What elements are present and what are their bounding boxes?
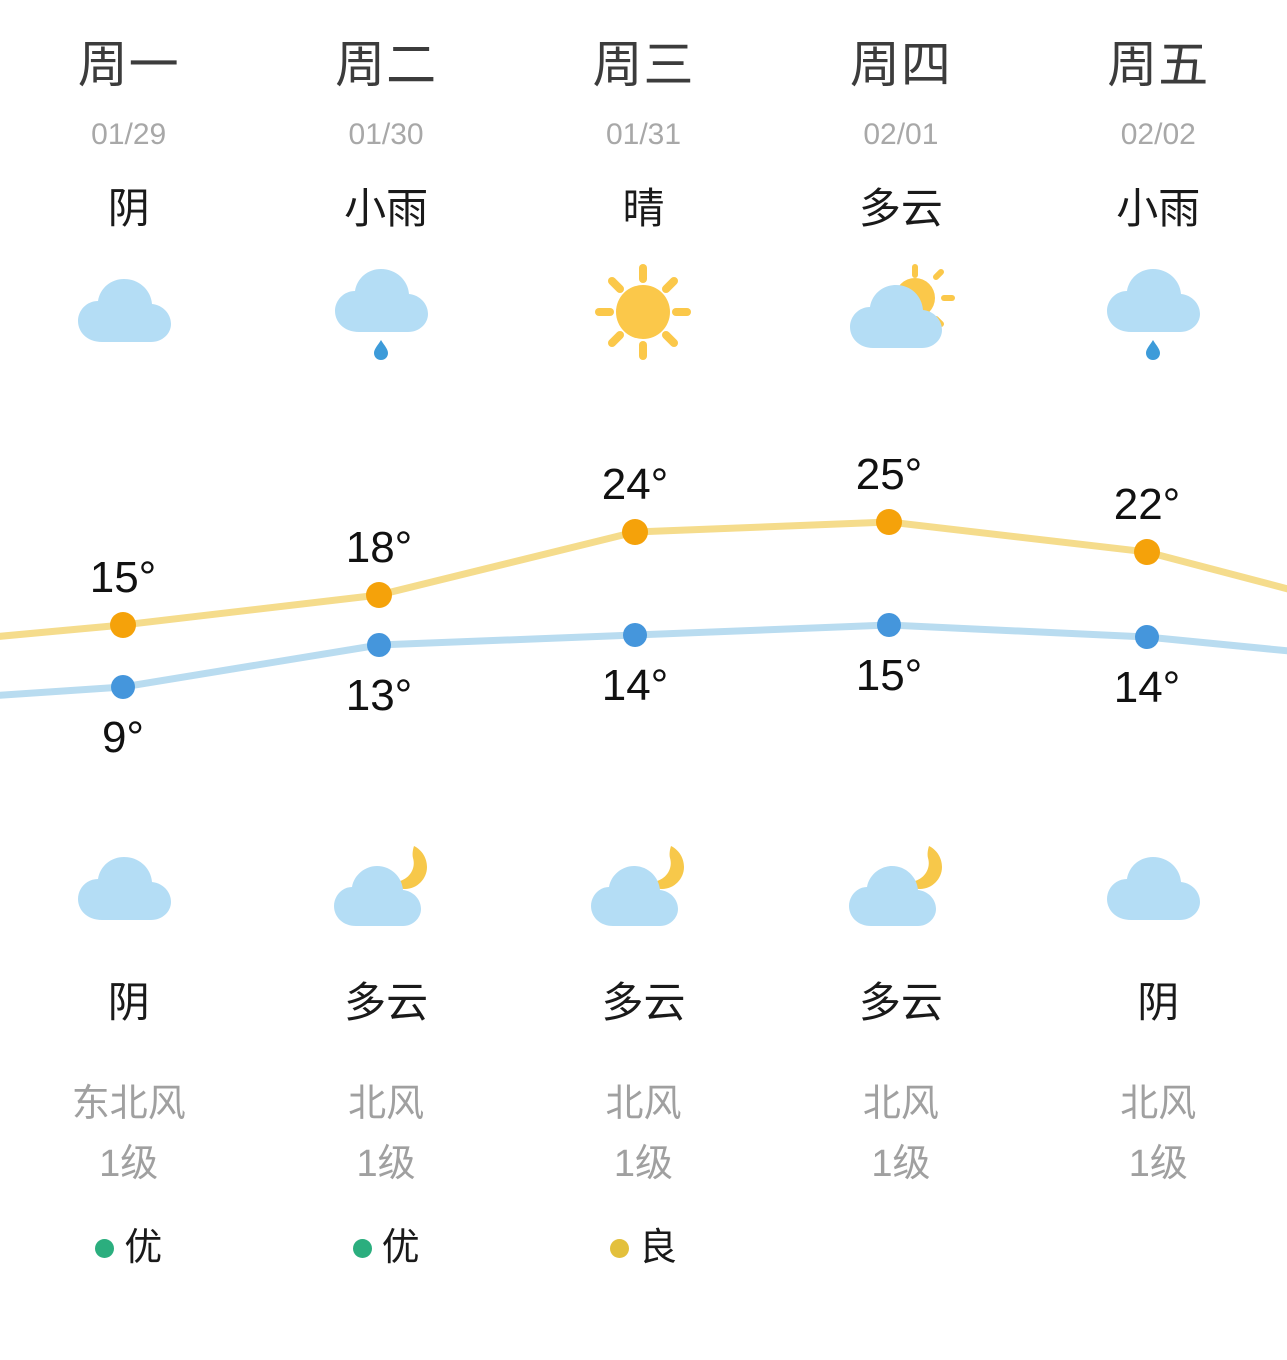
air-quality-label: 优 xyxy=(381,1227,420,1269)
nighttime-forecast-row: 阴 多云 多云 多云 阴 xyxy=(0,840,1287,1024)
wind-level-label: 1级 xyxy=(356,1143,416,1185)
cloud-moon-icon xyxy=(591,846,685,926)
low-temp-label: 13° xyxy=(346,671,413,720)
weekday-label: 周三 xyxy=(592,37,695,93)
wind-direction-label: 北风 xyxy=(605,1083,682,1125)
wind-direction-label: 北风 xyxy=(862,1083,939,1125)
forecast-column-day-3[interactable]: 周三 01/31 晴 xyxy=(515,0,772,365)
date-label: 02/01 xyxy=(863,118,939,151)
daytime-condition-label: 晴 xyxy=(622,185,665,232)
wind-direction-label: 北风 xyxy=(1120,1083,1197,1125)
high-temp-label: 15° xyxy=(90,553,157,602)
forecast-column-day-2[interactable]: 周二 01/30 小雨 xyxy=(257,0,514,365)
date-label: 01/29 xyxy=(91,118,167,151)
meta-column-day-3: 北风 1级 良 xyxy=(515,1085,772,1269)
daytime-condition-label: 小雨 xyxy=(344,185,429,232)
date-label: 01/30 xyxy=(348,118,424,151)
low-temp-point xyxy=(111,675,135,699)
high-temp-label: 24° xyxy=(602,460,669,509)
date-label: 02/02 xyxy=(1120,118,1196,151)
daily-forecast-header-row: 周一 01/29 阴 周二 01/30 小雨 周三 01/31 晴 周四 02/… xyxy=(0,0,1287,365)
forecast-column-day-5[interactable]: 周五 02/02 小雨 xyxy=(1030,0,1287,365)
air-quality-dot xyxy=(95,1238,115,1258)
temperature-chart-svg: 15° 18° 24° 25° 22° 9° 13° 14° 15° 14° xyxy=(0,450,1287,762)
cloud-moon-icon xyxy=(848,846,942,926)
high-temp-label: 18° xyxy=(346,523,413,572)
daytime-condition-label: 小雨 xyxy=(1116,185,1201,232)
low-temp-point xyxy=(877,613,901,637)
air-quality-badge[interactable]: 优 xyxy=(352,1227,420,1269)
cloud-rain-icon xyxy=(1107,269,1201,360)
air-quality-label: 良 xyxy=(638,1227,677,1269)
high-temp-point xyxy=(366,582,392,608)
wind-direction-label: 东北风 xyxy=(71,1083,186,1125)
high-temp-label: 22° xyxy=(1114,480,1181,529)
wind-level-label: 1级 xyxy=(99,1143,159,1185)
cloud-icon xyxy=(1107,857,1201,920)
meta-column-day-4: 北风 1级 xyxy=(772,1085,1029,1269)
meta-column-day-5: 北风 1级 xyxy=(1030,1085,1287,1269)
weekday-label: 周五 xyxy=(1107,37,1210,93)
nighttime-condition-label: 多云 xyxy=(601,979,686,1026)
air-quality-badge[interactable]: 良 xyxy=(609,1227,677,1269)
meta-column-day-2: 北风 1级 优 xyxy=(257,1085,514,1269)
forecast-column-day-4[interactable]: 周四 02/01 多云 xyxy=(772,0,1029,365)
air-quality-badge[interactable]: 优 xyxy=(95,1227,162,1269)
sun-icon xyxy=(595,264,692,360)
low-temp-point xyxy=(367,633,391,657)
low-temp-label: 14° xyxy=(602,661,669,710)
daytime-condition-label: 阴 xyxy=(107,185,150,232)
cloud-rain-icon xyxy=(335,269,429,360)
high-temp-point xyxy=(876,509,902,535)
nighttime-condition-label: 多云 xyxy=(858,979,943,1026)
wind-and-air-quality-row: 东北风 1级 优 北风 1级 优 北风 1级 良 北风 1级 北风 1级 xyxy=(0,1085,1287,1269)
night-column-day-2[interactable]: 多云 xyxy=(257,840,514,1024)
low-temp-label: 14° xyxy=(1114,663,1181,712)
nighttime-condition-label: 阴 xyxy=(1137,979,1180,1026)
air-quality-label: 优 xyxy=(124,1227,163,1269)
night-column-day-1[interactable]: 阴 xyxy=(0,840,257,1024)
nighttime-condition-label: 多云 xyxy=(344,979,429,1026)
weather-forecast-page: 周一 01/29 阴 周二 01/30 小雨 周三 01/31 晴 周四 02/… xyxy=(0,0,1287,1360)
nighttime-condition-label: 阴 xyxy=(107,979,150,1026)
high-temp-point xyxy=(110,612,136,638)
weekday-label: 周一 xyxy=(77,37,180,93)
cloud-icon xyxy=(77,857,171,920)
wind-direction-label: 北风 xyxy=(348,1083,425,1125)
wind-level-label: 1级 xyxy=(871,1143,931,1185)
low-temp-point xyxy=(623,623,647,647)
weekday-label: 周四 xyxy=(849,37,952,93)
cloud-sun-icon xyxy=(849,264,955,348)
air-quality-dot xyxy=(609,1238,629,1258)
night-column-day-4[interactable]: 多云 xyxy=(772,840,1029,1024)
temperature-trend-chart: 15° 18° 24° 25° 22° 9° 13° 14° 15° 14° xyxy=(0,440,1287,780)
high-temp-label: 25° xyxy=(856,450,923,499)
forecast-column-day-1[interactable]: 周一 01/29 阴 xyxy=(0,0,257,365)
night-column-day-3[interactable]: 多云 xyxy=(515,840,772,1024)
high-temp-point xyxy=(1134,539,1160,565)
weekday-label: 周二 xyxy=(335,37,438,93)
wind-level-label: 1级 xyxy=(613,1143,674,1185)
low-temp-label: 9° xyxy=(102,713,144,762)
meta-column-day-1: 东北风 1级 优 xyxy=(0,1085,257,1269)
low-temp-label: 15° xyxy=(856,651,923,700)
date-label: 01/31 xyxy=(605,118,682,151)
air-quality-dot xyxy=(352,1238,372,1258)
low-temp-point xyxy=(1135,625,1159,649)
cloud-moon-icon xyxy=(334,846,428,926)
cloud-icon xyxy=(77,279,171,342)
night-column-day-5[interactable]: 阴 xyxy=(1030,840,1287,1024)
wind-level-label: 1级 xyxy=(1128,1143,1188,1185)
daytime-condition-label: 多云 xyxy=(858,185,943,232)
high-temp-point xyxy=(622,519,648,545)
